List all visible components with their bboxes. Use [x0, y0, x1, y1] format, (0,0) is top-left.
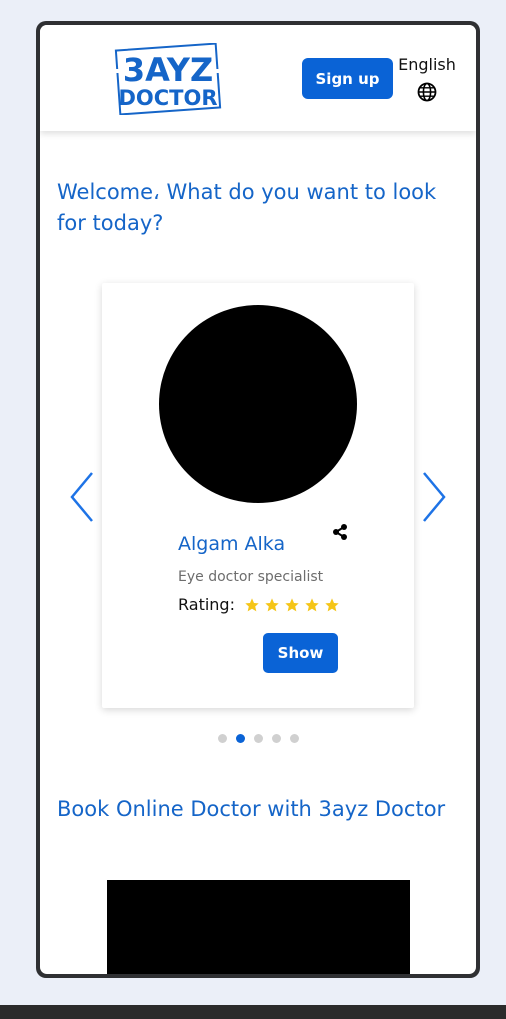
- carousel-dot[interactable]: [218, 734, 227, 743]
- globe-icon[interactable]: [417, 82, 437, 102]
- carousel-dot[interactable]: [254, 734, 263, 743]
- doctor-avatar: [159, 305, 357, 503]
- carousel-dots: [218, 728, 308, 743]
- top-header: 3AYZ DOCTOR Sign up English: [40, 25, 476, 131]
- logo-text-bottom: DOCTOR: [118, 86, 217, 110]
- logo-text-top: 3AYZ: [123, 51, 213, 89]
- star-icon: [265, 598, 279, 612]
- rating-label: Rating:: [178, 595, 235, 614]
- carousel-dot[interactable]: [272, 734, 281, 743]
- share-icon[interactable]: [331, 523, 349, 541]
- rating-stars: [244, 597, 344, 613]
- star-icon: [245, 598, 259, 612]
- star-icon: [325, 598, 339, 612]
- welcome-heading: Welcome، What do you want to look for to…: [57, 180, 437, 235]
- chevron-right-icon[interactable]: [416, 469, 450, 525]
- video-placeholder[interactable]: [107, 880, 410, 974]
- sign-up-button[interactable]: Sign up: [302, 58, 393, 99]
- doctor-card: Algam Alka Eye doctor specialist Rating:…: [102, 283, 414, 708]
- logo[interactable]: 3AYZ DOCTOR: [114, 43, 222, 115]
- app-screen: 3AYZ DOCTOR Sign up English Welcome، Wha…: [40, 25, 476, 974]
- language-label[interactable]: English: [396, 55, 458, 74]
- device-frame: 3AYZ DOCTOR Sign up English Welcome، Wha…: [36, 21, 480, 978]
- doctor-name[interactable]: Algam Alka: [178, 533, 285, 555]
- show-button[interactable]: Show: [263, 633, 338, 673]
- star-icon: [305, 598, 319, 612]
- bottom-bar: [0, 1005, 506, 1019]
- carousel-dot[interactable]: [290, 734, 299, 743]
- section-title: Book Online Doctor with 3ayz Doctor: [57, 797, 446, 821]
- carousel-dot[interactable]: [236, 734, 245, 743]
- doctor-specialty: Eye doctor specialist: [178, 569, 324, 585]
- chevron-left-icon[interactable]: [66, 469, 100, 525]
- star-icon: [285, 598, 299, 612]
